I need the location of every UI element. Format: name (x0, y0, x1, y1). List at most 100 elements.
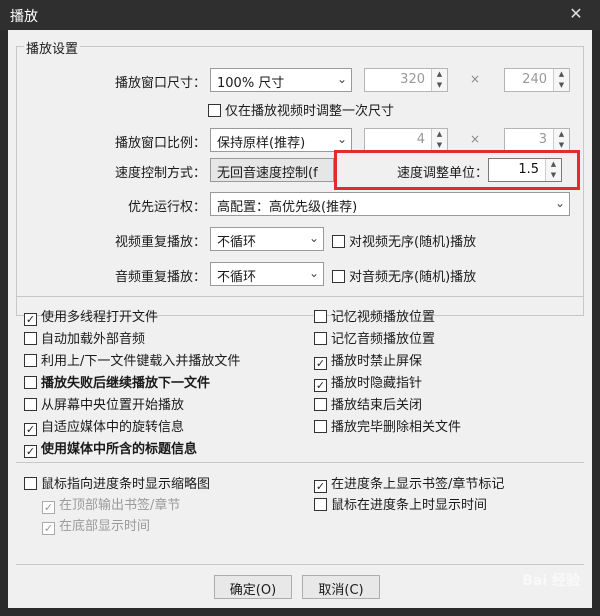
seek-bookmark-label: 在进度条上显示书签/章节标记 (331, 477, 505, 492)
spin-up-icon[interactable]: ▲ (546, 159, 561, 170)
left-option-checkbox-label: 自适应媒体中的旋转信息 (41, 420, 185, 435)
ratio-select[interactable]: 保持原样(推荐) ⌄ (210, 128, 352, 152)
ok-button[interactable]: 确定(O) (214, 575, 292, 599)
audio-random-checkbox[interactable]: 对音频无序(随机)播放 (332, 266, 477, 285)
checkbox-box[interactable]: ✓ (42, 522, 55, 535)
priority-select[interactable]: 高配置：高优先级(推荐) ⌄ (210, 192, 570, 216)
spin-up-icon[interactable]: ▲ (432, 69, 447, 80)
speed-label: 速度控制方式： (114, 166, 206, 181)
right-option-checkbox[interactable]: 播放完毕删除相关文件 (314, 416, 462, 435)
thumb-top-label: 在顶部输出书签/章节 (59, 498, 181, 513)
checkbox-box[interactable] (314, 498, 327, 511)
speed-unit-spinner[interactable]: 1.5 ▲ ▼ (488, 158, 562, 182)
right-option-checkbox-label: 记忆音频播放位置 (331, 332, 436, 347)
right-option-checkbox-label: 播放时禁止屏保 (331, 354, 423, 369)
spin-up-icon[interactable]: ▲ (432, 129, 447, 140)
checkbox-box[interactable]: ✓ (24, 313, 37, 326)
left-option-checkbox[interactable]: 播放失败后继续播放下一文件 (24, 372, 211, 391)
video-repeat-label: 视频重复播放： (114, 235, 206, 250)
only-once-checkbox[interactable]: 仅在播放视频时调整一次尺寸 (208, 100, 395, 119)
checkbox-box[interactable] (314, 398, 327, 411)
divider (16, 296, 584, 297)
checkbox-box[interactable]: ✓ (314, 480, 327, 493)
speed-select[interactable]: 无回音速度控制(f (210, 158, 334, 182)
ratio-h-spin-buttons[interactable]: ▲ ▼ (553, 129, 569, 151)
left-option-checkbox-label: 播放失败后继续播放下一文件 (41, 376, 211, 391)
left-option-checkbox-label: 使用媒体中所含的标题信息 (41, 442, 198, 457)
width-spinner[interactable]: 320 ▲ ▼ (364, 68, 448, 92)
speed-unit-value: 1.5 (518, 162, 539, 177)
right-option-checkbox[interactable]: 记忆视频播放位置 (314, 306, 436, 325)
checkbox-box[interactable] (314, 420, 327, 433)
ratio-h-value: 3 (538, 132, 547, 147)
chevron-down-icon: ⌄ (308, 266, 319, 280)
seek-time-checkbox[interactable]: 鼠标在进度条上时显示时间 (314, 494, 488, 513)
chevron-down-icon: ⌄ (336, 72, 347, 86)
close-icon[interactable]: ✕ (566, 4, 586, 23)
only-once-label: 仅在播放视频时调整一次尺寸 (225, 104, 395, 119)
checkbox-box[interactable]: ✓ (24, 445, 37, 458)
video-repeat-select[interactable]: 不循环 ⌄ (210, 227, 324, 251)
thumb-checkbox[interactable]: 鼠标指向进度条时显示缩略图 (24, 473, 210, 492)
thumb-bottom-label: 在底部显示时间 (59, 519, 151, 534)
checkbox-box[interactable] (332, 235, 345, 248)
ratio-label: 播放窗口比例： (114, 136, 206, 151)
height-spin-buttons[interactable]: ▲ ▼ (553, 69, 569, 91)
ratio-w-spin-buttons[interactable]: ▲ ▼ (431, 129, 447, 151)
spin-up-icon[interactable]: ▲ (554, 129, 569, 140)
checkbox-box[interactable]: ✓ (314, 357, 327, 370)
speed-unit-spin-buttons[interactable]: ▲ ▼ (545, 159, 561, 181)
group-title: 播放设置 (24, 38, 81, 57)
ratio-w-value: 4 (416, 132, 425, 147)
video-random-checkbox[interactable]: 对视频无序(随机)播放 (332, 231, 476, 250)
left-option-checkbox[interactable]: ✓ 使用媒体中所含的标题信息 (24, 438, 198, 458)
left-option-checkbox[interactable]: ✓ 使用多线程打开文件 (24, 306, 158, 326)
right-option-checkbox-label: 记忆视频播放位置 (331, 310, 436, 325)
left-option-checkbox[interactable]: ✓ 自适应媒体中的旋转信息 (24, 416, 185, 436)
checkbox-box[interactable]: ✓ (42, 501, 55, 514)
checkbox-box[interactable] (314, 310, 327, 323)
left-option-checkbox[interactable]: 利用上/下一文件键载入并播放文件 (24, 350, 240, 369)
priority-label: 优先运行权： (127, 200, 206, 215)
thumb-top-checkbox[interactable]: ✓ 在顶部输出书签/章节 (42, 494, 181, 514)
cancel-button[interactable]: 取消(C) (302, 575, 380, 599)
left-option-checkbox[interactable]: 从屏幕中央位置开始播放 (24, 394, 185, 413)
spin-up-icon[interactable]: ▲ (554, 69, 569, 80)
ratio-h-spinner[interactable]: 3 ▲ ▼ (504, 128, 570, 152)
width-spin-buttons[interactable]: ▲ ▼ (431, 69, 447, 91)
checkbox-box[interactable] (24, 398, 37, 411)
left-option-checkbox[interactable]: 自动加载外部音频 (24, 328, 145, 347)
seek-bookmark-checkbox[interactable]: ✓ 在进度条上显示书签/章节标记 (314, 473, 505, 493)
divider (16, 564, 584, 565)
checkbox-box[interactable] (24, 376, 37, 389)
checkbox-box[interactable] (314, 332, 327, 345)
right-option-checkbox[interactable]: ✓ 播放时隐藏指针 (314, 372, 423, 392)
thumb-bottom-checkbox[interactable]: ✓ 在底部显示时间 (42, 515, 151, 535)
right-option-checkbox[interactable]: 播放结束后关闭 (314, 394, 422, 413)
checkbox-box[interactable] (208, 104, 221, 117)
spin-down-icon[interactable]: ▼ (554, 80, 569, 91)
right-option-checkbox-label: 播放完毕删除相关文件 (331, 420, 462, 435)
right-option-checkbox-label: 播放时隐藏指针 (331, 376, 423, 391)
checkbox-box[interactable] (24, 477, 37, 490)
right-option-checkbox[interactable]: 记忆音频播放位置 (314, 328, 436, 347)
audio-repeat-label: 音频重复播放： (114, 270, 206, 285)
checkbox-box[interactable] (24, 332, 37, 345)
height-spinner[interactable]: 240 ▲ ▼ (504, 68, 570, 92)
seek-time-label: 鼠标在进度条上时显示时间 (331, 498, 488, 513)
audio-repeat-select[interactable]: 不循环 ⌄ (210, 262, 324, 286)
checkbox-box[interactable]: ✓ (24, 423, 37, 436)
right-option-checkbox[interactable]: ✓ 播放时禁止屏保 (314, 350, 423, 370)
checkbox-box[interactable] (332, 270, 345, 283)
spin-down-icon[interactable]: ▼ (432, 80, 447, 91)
watermark: Bai 经验 (522, 573, 580, 589)
spin-down-icon[interactable]: ▼ (546, 170, 561, 181)
left-option-checkbox-label: 从屏幕中央位置开始播放 (41, 398, 185, 413)
size-label: 播放窗口尺寸： (114, 76, 206, 91)
size-select[interactable]: 100% 尺寸 ⌄ (210, 68, 352, 92)
checkbox-box[interactable]: ✓ (314, 379, 327, 392)
audio-random-label: 对音频无序(随机)播放 (349, 270, 477, 285)
checkbox-box[interactable] (24, 354, 37, 367)
ratio-w-spinner[interactable]: 4 ▲ ▼ (364, 128, 448, 152)
width-value: 320 (400, 72, 425, 87)
